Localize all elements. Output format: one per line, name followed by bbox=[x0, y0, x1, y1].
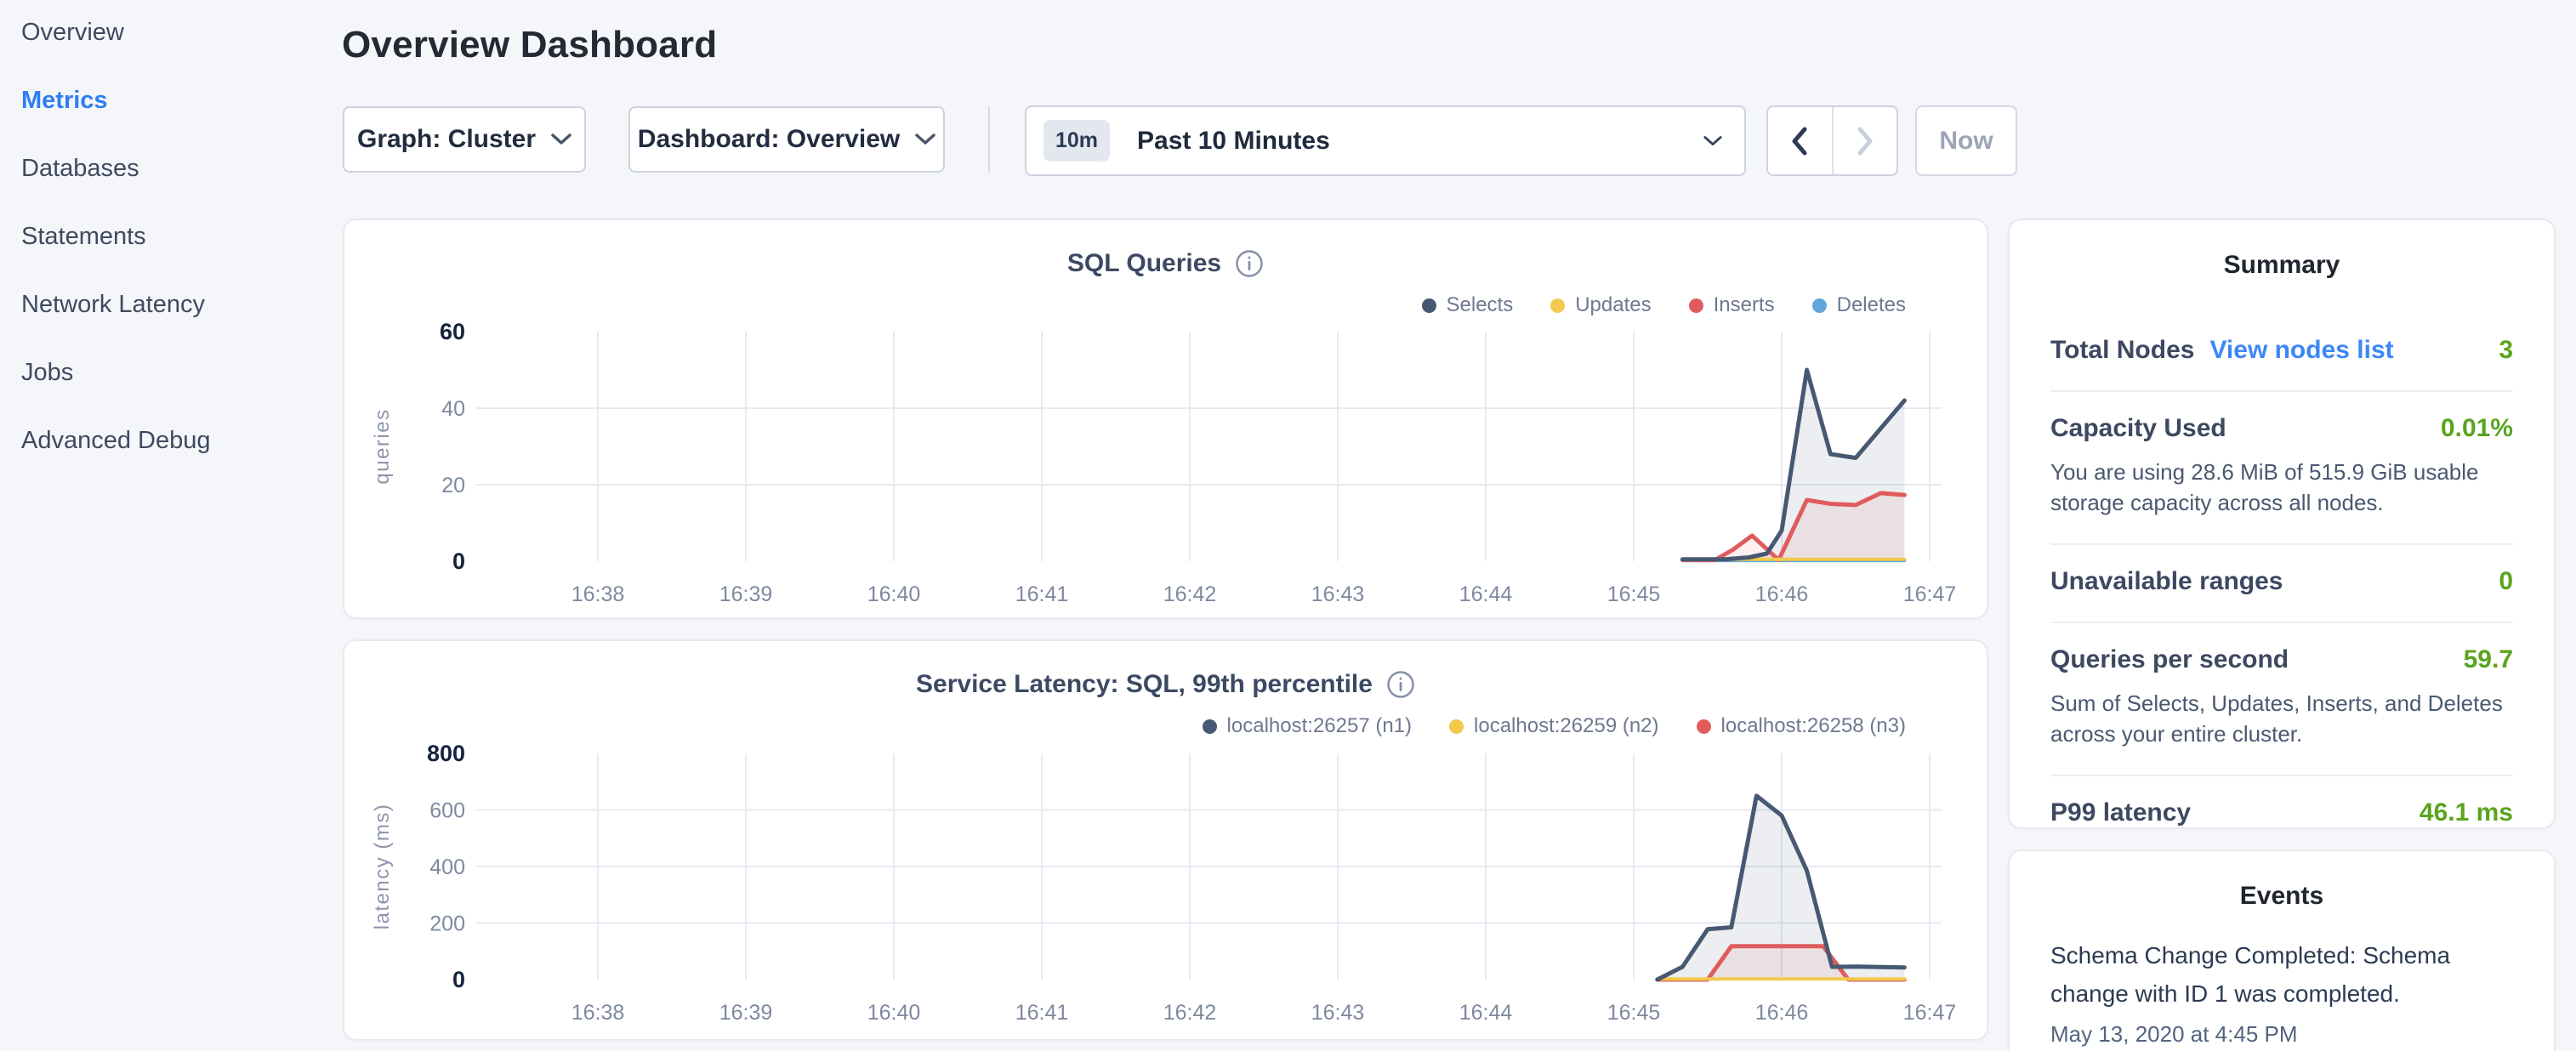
event-timestamp: May 13, 2020 at 4:45 PM bbox=[2050, 1021, 2513, 1048]
summary-row-value: 59.7 bbox=[2464, 645, 2513, 674]
svg-text:16:39: 16:39 bbox=[719, 1001, 773, 1025]
summary-row: Unavailable ranges 0 bbox=[2050, 545, 2513, 623]
chevron-down-icon bbox=[551, 134, 571, 145]
svg-text:0: 0 bbox=[452, 967, 465, 992]
svg-text:600: 600 bbox=[429, 799, 465, 823]
svg-text:16:44: 16:44 bbox=[1459, 582, 1513, 606]
time-range-selector[interactable]: 10m Past 10 Minutes bbox=[1025, 105, 1746, 176]
sidebar-item-metrics[interactable]: Metrics bbox=[21, 68, 327, 136]
prev-time-button[interactable] bbox=[1768, 107, 1834, 174]
time-step-buttons bbox=[1766, 105, 1898, 176]
svg-text:16:38: 16:38 bbox=[571, 582, 625, 606]
dashboard-dropdown[interactable]: Dashboard: Overview bbox=[628, 106, 945, 173]
svg-text:0: 0 bbox=[452, 548, 465, 574]
summary-row: Capacity Used 0.01% You are using 28.6 MiB… bbox=[2050, 392, 2513, 545]
sidebar-item-databases[interactable]: Databases bbox=[21, 136, 327, 204]
summary-row-label: Capacity Used bbox=[2050, 414, 2226, 443]
summary-row-label: Unavailable ranges bbox=[2050, 567, 2283, 596]
sidebar: OverviewMetricsDatabasesStatementsNetwor… bbox=[21, 0, 327, 476]
now-button[interactable]: Now bbox=[1915, 105, 2017, 176]
event-message: Schema Change Completed: Schema change w… bbox=[2050, 936, 2513, 1013]
svg-text:16:45: 16:45 bbox=[1607, 1001, 1661, 1025]
svg-text:16:43: 16:43 bbox=[1311, 1001, 1365, 1025]
svg-text:16:40: 16:40 bbox=[867, 1001, 921, 1025]
svg-text:800: 800 bbox=[427, 741, 465, 766]
summary-row-description: You are using 28.6 MiB of 515.9 GiB usab… bbox=[2050, 457, 2513, 518]
svg-text:400: 400 bbox=[429, 855, 465, 879]
graph-dropdown-label: Graph: Cluster bbox=[357, 125, 536, 154]
svg-text:16:43: 16:43 bbox=[1311, 582, 1365, 606]
time-range-badge: 10m bbox=[1043, 120, 1110, 162]
summary-row: Queries per second 59.7 Sum of Selects, Up… bbox=[2050, 623, 2513, 776]
summary-row: P99 latency 46.1 ms bbox=[2050, 776, 2513, 853]
sql-queries-chart-card: SQL Queries SelectsUpdatesInsertsDeletes… bbox=[343, 219, 1988, 619]
events-panel: Events Schema Change Completed: Schema c… bbox=[2008, 849, 2556, 1051]
service-latency-plot: 16:38 16:39 16:40 16:41 16:42 16:43 16:44 16:45… bbox=[344, 641, 1987, 1039]
sidebar-item-overview[interactable]: Overview bbox=[21, 0, 327, 68]
page-title: Overview Dashboard bbox=[342, 24, 717, 66]
svg-text:16:41: 16:41 bbox=[1015, 1001, 1069, 1025]
svg-text:16:42: 16:42 bbox=[1163, 1001, 1217, 1025]
chevron-right-icon bbox=[1857, 127, 1874, 156]
svg-text:16:45: 16:45 bbox=[1607, 582, 1661, 606]
service-latency-chart-card: Service Latency: SQL, 99th percentile lo… bbox=[343, 639, 1988, 1041]
event-item: Schema Change Completed: Schema change w… bbox=[2050, 936, 2513, 1048]
svg-text:16:38: 16:38 bbox=[571, 1001, 625, 1025]
dashboard-dropdown-label: Dashboard: Overview bbox=[638, 125, 900, 154]
chevron-down-icon bbox=[1703, 135, 1722, 147]
sidebar-item-network-latency[interactable]: Network Latency bbox=[21, 272, 327, 340]
svg-text:60: 60 bbox=[440, 319, 465, 344]
next-time-button[interactable] bbox=[1834, 107, 1897, 174]
svg-text:200: 200 bbox=[429, 912, 465, 936]
summary-panel: Summary Total Nodes View nodes list 3 Capac… bbox=[2008, 219, 2556, 829]
svg-text:latency (ms): latency (ms) bbox=[371, 804, 394, 930]
svg-text:16:42: 16:42 bbox=[1163, 582, 1217, 606]
summary-row: Total Nodes View nodes list 3 bbox=[2050, 314, 2513, 392]
svg-text:40: 40 bbox=[441, 397, 465, 421]
summary-row-label: Queries per second bbox=[2050, 645, 2289, 674]
summary-row-value: 0.01% bbox=[2441, 414, 2513, 443]
time-range-label: Past 10 Minutes bbox=[1137, 127, 1330, 156]
sidebar-item-jobs[interactable]: Jobs bbox=[21, 340, 327, 408]
chevron-left-icon bbox=[1791, 127, 1808, 156]
svg-text:16:46: 16:46 bbox=[1755, 1001, 1809, 1025]
svg-text:20: 20 bbox=[441, 474, 465, 497]
sidebar-item-statements[interactable]: Statements bbox=[21, 204, 327, 272]
svg-text:16:47: 16:47 bbox=[1903, 1001, 1957, 1025]
svg-text:16:41: 16:41 bbox=[1015, 582, 1069, 606]
svg-text:queries: queries bbox=[371, 408, 394, 484]
summary-row-value: 3 bbox=[2499, 336, 2513, 365]
svg-text:16:40: 16:40 bbox=[867, 582, 921, 606]
events-title: Events bbox=[2010, 851, 2554, 911]
summary-row-label: Total Nodes bbox=[2050, 336, 2194, 365]
sql-queries-plot: 16:38 16:39 16:40 16:41 16:42 16:43 16:44 16:45… bbox=[344, 220, 1987, 617]
view-nodes-list-link[interactable]: View nodes list bbox=[2209, 336, 2393, 365]
summary-row-value: 0 bbox=[2499, 567, 2513, 596]
svg-text:16:47: 16:47 bbox=[1903, 582, 1957, 606]
controls-divider bbox=[988, 106, 990, 173]
sidebar-item-advanced-debug[interactable]: Advanced Debug bbox=[21, 408, 327, 476]
svg-text:16:46: 16:46 bbox=[1755, 582, 1809, 606]
svg-text:16:39: 16:39 bbox=[719, 582, 773, 606]
graph-dropdown[interactable]: Graph: Cluster bbox=[343, 106, 586, 173]
summary-row-value: 46.1 ms bbox=[2420, 798, 2513, 827]
summary-title: Summary bbox=[2010, 220, 2554, 280]
chevron-down-icon bbox=[915, 134, 935, 145]
summary-row-label: P99 latency bbox=[2050, 798, 2191, 827]
svg-text:16:44: 16:44 bbox=[1459, 1001, 1513, 1025]
summary-row-description: Sum of Selects, Updates, Inserts, and De… bbox=[2050, 688, 2513, 749]
